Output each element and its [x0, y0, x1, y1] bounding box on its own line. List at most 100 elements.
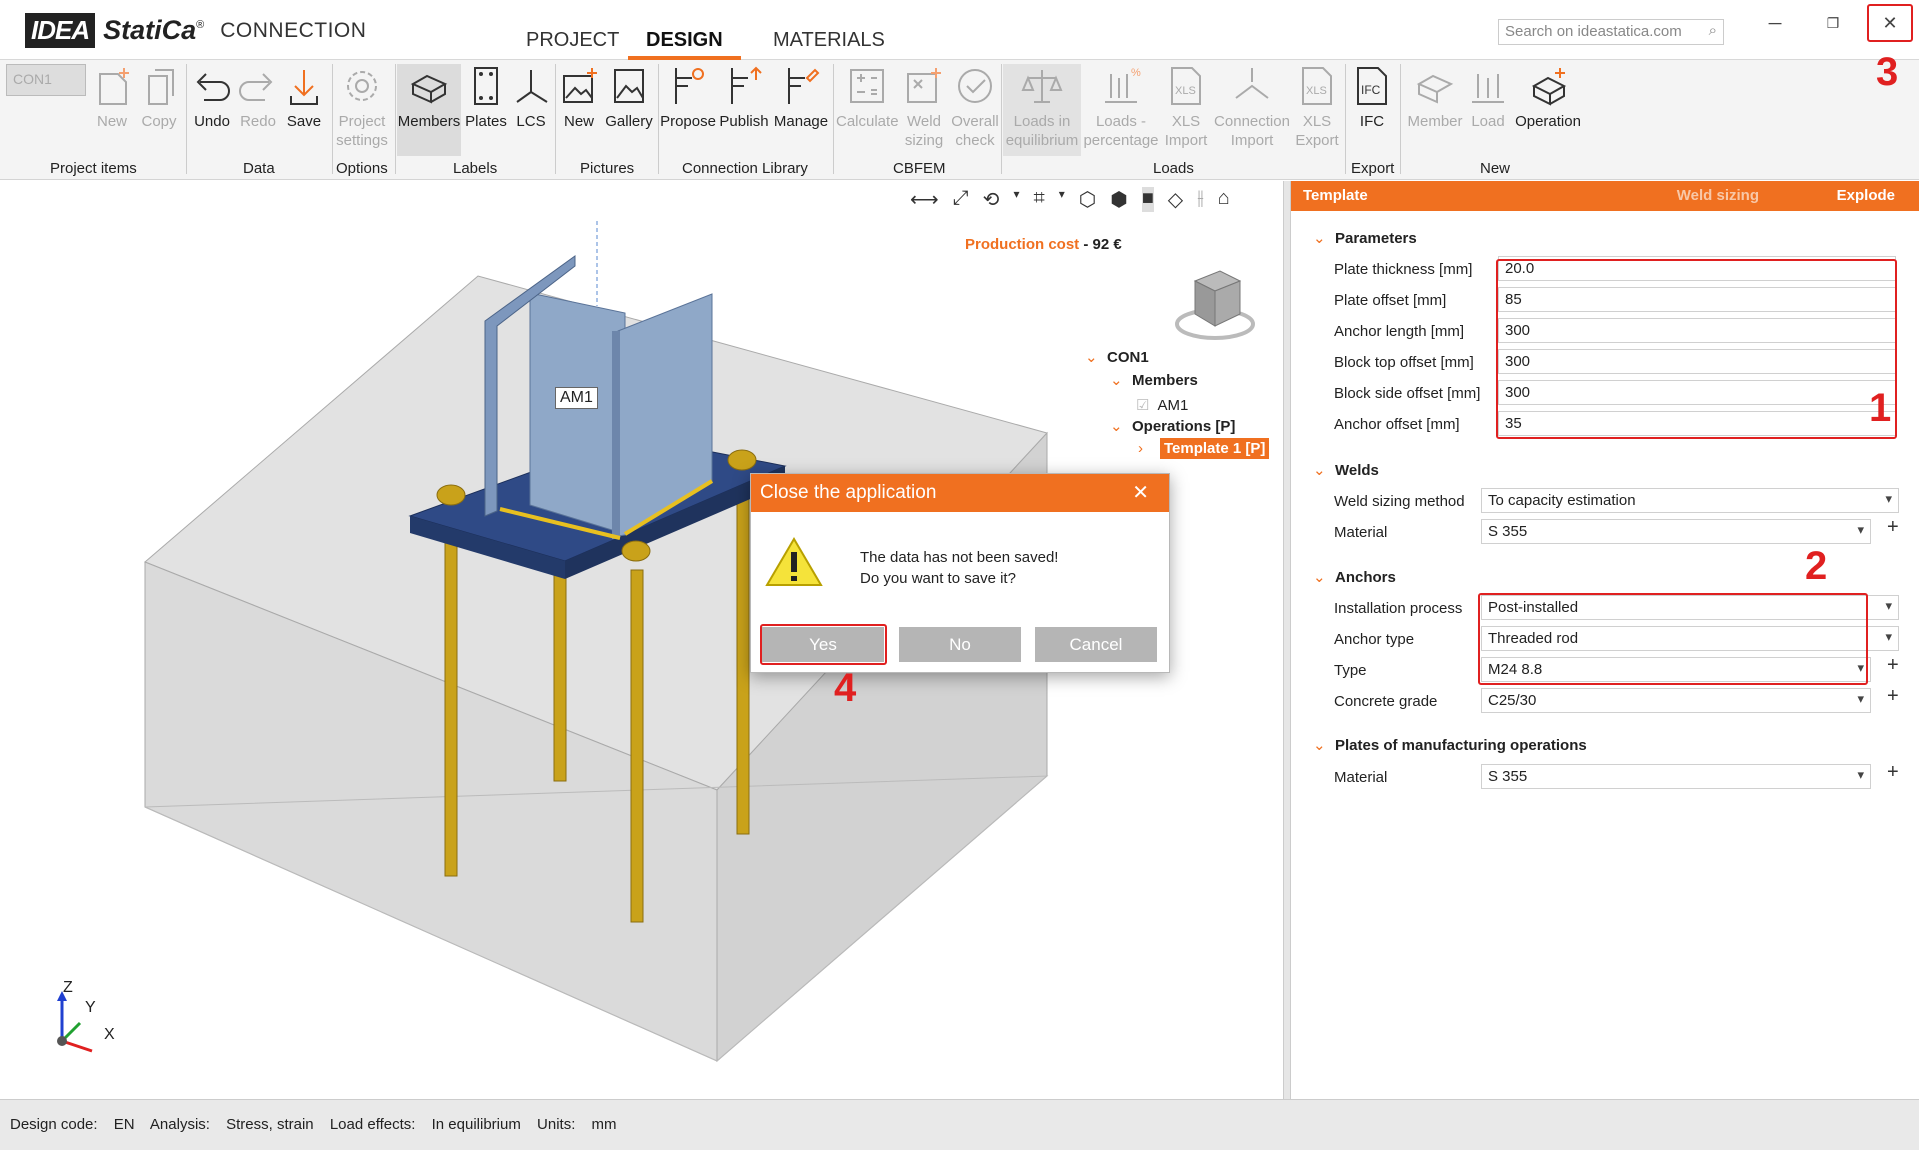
loads-percentage-button[interactable]: % Loads - percentage [1082, 64, 1160, 150]
member-label-am1[interactable]: AM1 [555, 387, 598, 409]
chevron-down-icon[interactable]: ▾ [1013, 187, 1019, 212]
tab-project[interactable]: PROJECT [508, 28, 637, 60]
group-export: Export [1351, 160, 1395, 177]
svg-text:%: % [1131, 67, 1141, 79]
undo-button[interactable]: Undo [190, 64, 234, 131]
anchor-type-label: Anchor type [1334, 631, 1415, 648]
new-load-button[interactable]: Load [1465, 64, 1511, 131]
add-concrete-icon[interactable]: + [1887, 685, 1899, 708]
chevron-down-icon: ▾ [1885, 598, 1892, 613]
dialog-close-icon[interactable]: ✕ [1132, 474, 1149, 512]
ifc-label: IFC [1359, 113, 1385, 130]
properties-panel: Template Weld sizing Explode ⌄ Parameters… [1291, 181, 1919, 1099]
tree-node-members[interactable]: ⌄ Members [1110, 371, 1198, 389]
plate-icon [474, 67, 498, 105]
overall-check-button[interactable]: Overall check [950, 64, 1000, 150]
tab-design[interactable]: DESIGN [628, 28, 741, 60]
plates-button[interactable]: Plates [465, 64, 507, 131]
publish-button[interactable]: Publish [718, 64, 770, 131]
add-plate-material-icon[interactable]: + [1887, 761, 1899, 784]
section-icon[interactable]: ◇ [1168, 187, 1183, 212]
chevron-down-icon: ⌄ [1313, 462, 1326, 479]
no-button[interactable]: No [899, 627, 1021, 662]
transparent-cube-icon[interactable]: ⬢ [1110, 187, 1127, 212]
weld-sizing-button[interactable]: Weld sizing [899, 64, 949, 150]
minimize-button[interactable]: ─ [1752, 6, 1798, 40]
crop-icon[interactable]: ⌗ [1033, 187, 1044, 212]
wireframe-cube-icon[interactable]: ⬡ [1079, 187, 1096, 212]
section-anchors[interactable]: ⌄ Anchors [1313, 568, 1396, 586]
tree-node-con1[interactable]: ⌄ CON1 [1085, 348, 1149, 366]
propose-button[interactable]: Propose [660, 64, 716, 131]
tree-operations-label: Operations [P] [1132, 418, 1236, 435]
logo-registered: ® [196, 18, 205, 31]
loads-in-equilibrium-button[interactable]: Loads in equilibrium [1003, 64, 1081, 156]
param-label: Block top offset [mm] [1334, 354, 1474, 371]
weld-material-select[interactable]: S 355 ▾ [1481, 519, 1871, 544]
connection-import-button[interactable]: Connection Import [1212, 64, 1292, 150]
cancel-button[interactable]: Cancel [1035, 627, 1157, 662]
weld-method-select[interactable]: To capacity estimation ▾ [1481, 488, 1899, 513]
loads-pct-label-2: percentage [1083, 132, 1159, 149]
loads-percentage-icon: % [1105, 67, 1141, 103]
new-button[interactable]: New [92, 64, 132, 131]
tree-node-operations[interactable]: ⌄ Operations [P] [1110, 417, 1235, 435]
weld-sizing-link[interactable]: Weld sizing [1677, 181, 1759, 211]
tree-node-am1[interactable]: ☑ AM1 [1136, 396, 1188, 414]
redo-button[interactable]: Redo [237, 64, 279, 131]
project-settings-button[interactable]: Project settings [336, 64, 388, 150]
section-parameters[interactable]: ⌄ Parameters [1313, 229, 1417, 247]
chevron-down-icon: ▾ [1857, 691, 1864, 706]
tree-node-template[interactable]: › Template 1 [P] [1138, 438, 1270, 459]
restore-button[interactable]: ❐ [1810, 6, 1856, 40]
save-button[interactable]: Save [283, 64, 325, 131]
view-cube-icon[interactable] [1165, 256, 1265, 346]
highlight-box-1 [1496, 259, 1897, 439]
explode-link[interactable]: Explode [1837, 181, 1895, 211]
param-label: Plate thickness [mm] [1334, 261, 1473, 278]
publish-icon [731, 66, 762, 104]
home-view-icon[interactable]: ⌂ [1218, 187, 1230, 212]
highlight-box-3 [1867, 4, 1913, 42]
connection-combo[interactable]: CON1 [6, 64, 86, 96]
new-member-button[interactable]: Member [1405, 64, 1465, 131]
xls-import-button[interactable]: XLS XLS Import [1160, 64, 1212, 150]
status-load-effects: Load effects: In equilibrium [330, 1116, 521, 1133]
panel-splitter[interactable] [1283, 181, 1291, 1099]
section-plates[interactable]: ⌄ Plates of manufacturing operations [1313, 736, 1587, 754]
rotate-view-icon[interactable]: ⟲ [983, 187, 1000, 212]
loads-pct-label-1: Loads - [1095, 113, 1147, 130]
xls-export-button[interactable]: XLS XLS Export [1292, 64, 1342, 150]
gallery-button[interactable]: Gallery [603, 64, 655, 131]
new-doc-icon [99, 68, 129, 105]
calculate-button[interactable]: Calculate [836, 64, 899, 131]
dimension-icon[interactable]: ⟷ [910, 187, 939, 212]
ifc-export-button[interactable]: IFC IFC [1348, 64, 1396, 131]
dialog-message: The data has not been saved! Do you want… [860, 547, 1058, 589]
lcs-button[interactable]: LCS [511, 64, 551, 131]
zoom-fit-icon[interactable]: ⤢ [953, 187, 969, 212]
tab-materials[interactable]: MATERIALS [755, 28, 903, 60]
chevron-down-icon[interactable]: ▾ [1059, 187, 1065, 212]
picture-new-button[interactable]: New [558, 64, 600, 131]
add-anchor-icon[interactable]: + [1887, 654, 1899, 677]
checkbox-icon[interactable]: ☑ [1136, 397, 1149, 414]
solid-cube-icon[interactable]: ■ [1141, 187, 1154, 212]
concrete-grade-select[interactable]: C25/30 ▾ [1481, 688, 1871, 713]
section-welds[interactable]: ⌄ Welds [1313, 461, 1379, 479]
gallery-icon [614, 69, 644, 103]
tree-members-label: Members [1132, 372, 1198, 389]
annotation-4: 4 [834, 666, 857, 710]
manage-label: Manage [773, 113, 829, 130]
mirror-icon[interactable]: ⫲ [1197, 187, 1203, 212]
add-material-icon[interactable]: + [1887, 516, 1899, 539]
copy-button[interactable]: Copy [139, 64, 179, 131]
plates-material-select[interactable]: S 355 ▾ [1481, 764, 1871, 789]
manage-button[interactable]: Manage [771, 64, 831, 131]
members-button[interactable]: Members [397, 64, 461, 156]
gallery-label: Gallery [605, 113, 653, 130]
new-operation-button[interactable]: Operation [1512, 64, 1584, 131]
chevron-down-icon: ⌄ [1313, 737, 1326, 754]
tree-template-label: Template 1 [P] [1160, 438, 1270, 459]
search-input[interactable]: Search on ideastatica.com ⌕ [1498, 19, 1724, 45]
